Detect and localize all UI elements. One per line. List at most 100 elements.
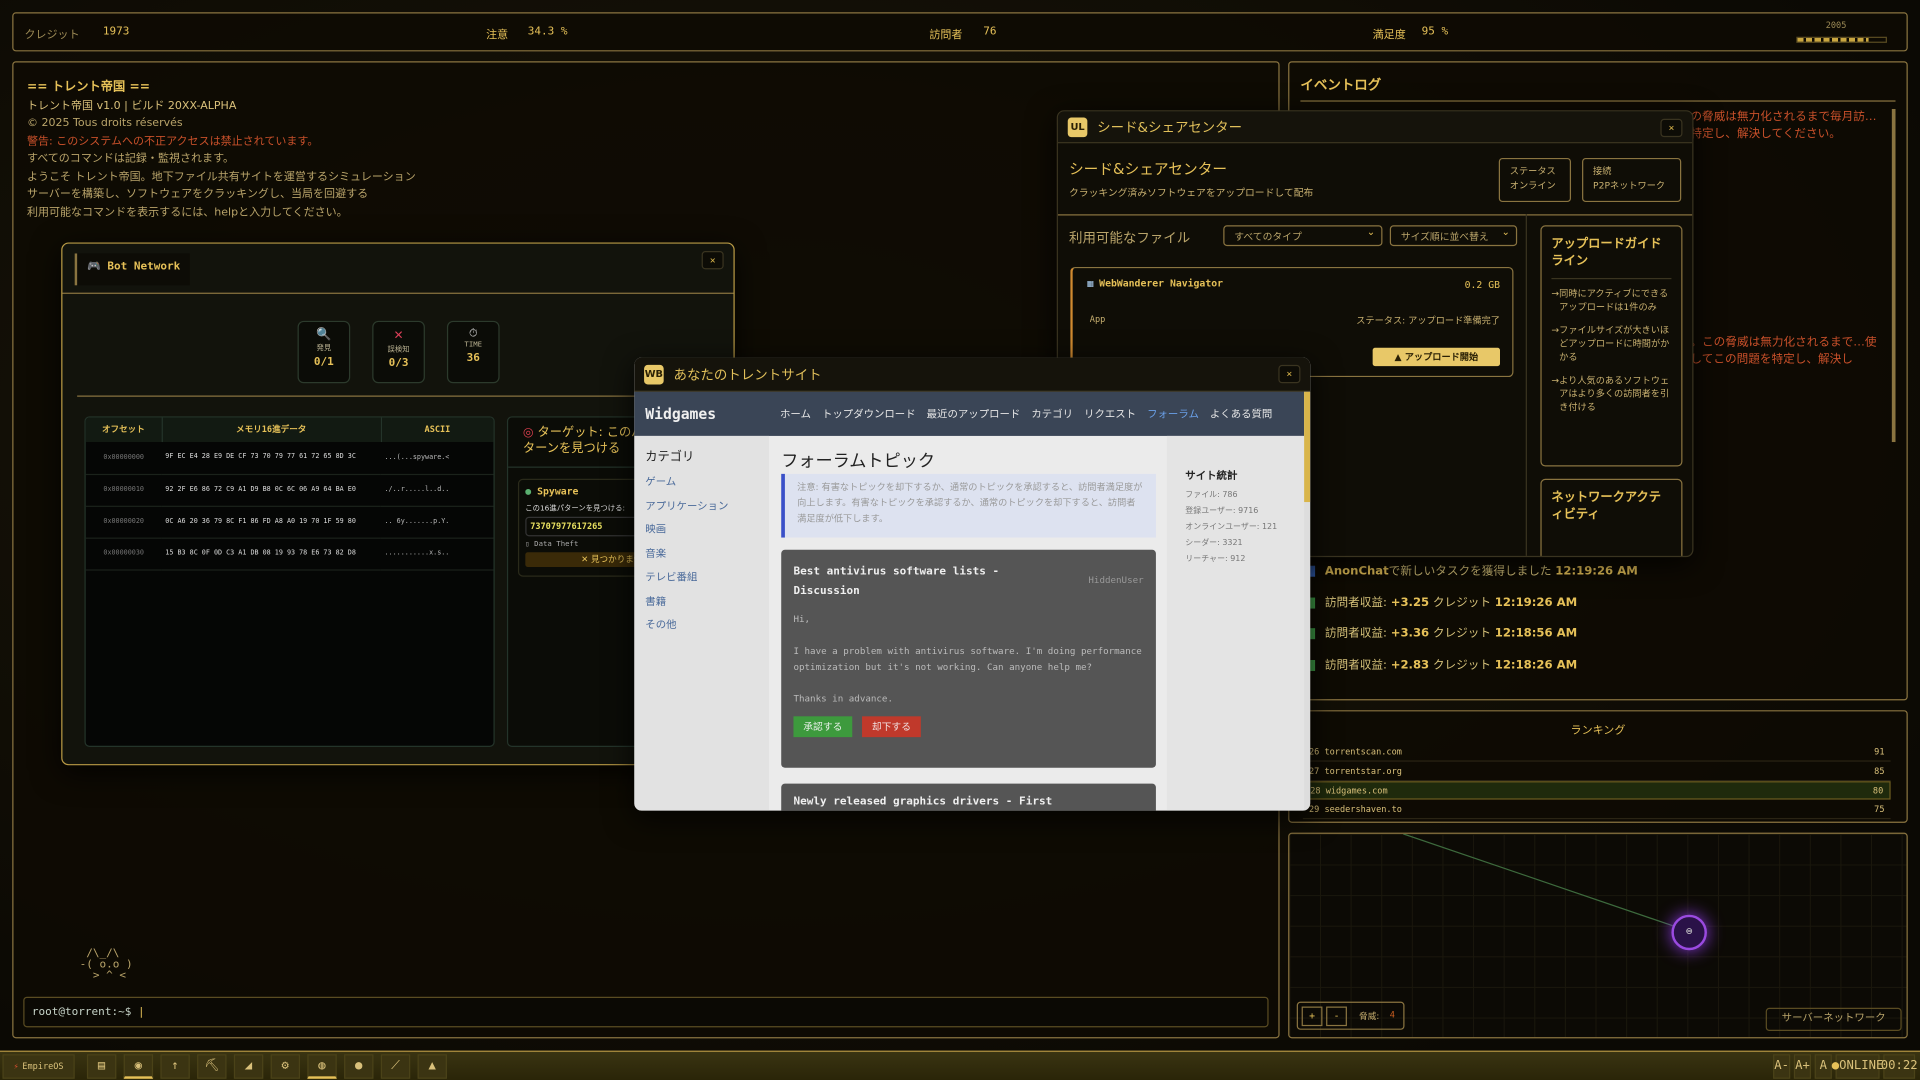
server-network-map[interactable]: ⊜ + - 脅威: 4 サーバーネットワーク [1288,832,1908,1039]
window-titlebar[interactable]: WB あなたのトレントサイト [634,357,1311,392]
log-entry: AnonChatで新しいタスクを獲得しました 12:19:26 AM [1310,561,1638,578]
year-progress [1796,36,1887,43]
category-link[interactable]: 書籍 [645,591,758,615]
guideline-item: → より人気のあるソフトウェアはより多くの訪問者を引き付ける [1551,373,1671,413]
terminal-line: ようこそ トレント帝国。地下ファイル共有サイトを運営するシミュレーション [26,170,416,184]
rank-site: widgames.com [1325,786,1388,796]
target-icon: ◎ [522,426,534,440]
attention-value: 34.3 % [527,25,568,38]
connection-box: 接続 P2Pネットワーク [1582,157,1682,203]
nav-link[interactable]: リクエスト [1084,407,1136,421]
log-highlight: +3.36 [1390,626,1430,641]
server-network-button[interactable]: サーバーネットワーク [1765,1007,1902,1032]
taskbar-chat-icon[interactable]: ● [344,1053,374,1079]
visitors-label: 訪問者 [929,29,963,42]
nav-link[interactable]: 最近のアップロード [927,407,1021,421]
hex-bytes[interactable]: 15 B3 8C 0F 0D C3 A1 DB 08 19 93 78 E6 7… [161,537,381,571]
hex-row: 0x00000010 92 2F E6 86 72 C9 A1 D9 B8 0C … [85,473,494,507]
ranking-title: ランキング [1570,724,1626,738]
category-link[interactable]: 音楽 [645,543,758,567]
zoom-in-button[interactable]: + [1301,1006,1323,1027]
file-name-text: WebWanderer Navigator [1099,277,1224,289]
taskbar-settings-icon[interactable]: ⚙ [270,1053,300,1079]
taskbar-web-icon[interactable]: ◍ [307,1053,337,1079]
category-link[interactable]: ゲーム [645,471,758,495]
files-label: 利用可能なファイル [1068,230,1191,247]
taskbar-crack-icon[interactable]: ⛏ [197,1053,227,1079]
scrollbar[interactable] [1891,108,1896,443]
gamepad-icon: 🎮 [86,260,101,274]
clock: 00:22 [1881,1053,1918,1079]
nav-link[interactable]: フォーラム [1147,407,1199,421]
close-button[interactable]: × [1660,118,1683,138]
log-time: 12:19:26 AM [1494,595,1578,610]
taskbar-lock-icon[interactable]: ▲ [417,1053,447,1079]
year-value: 2005 [1825,20,1847,31]
taskbar-alert-icon[interactable]: ◢ [233,1053,264,1079]
file-status: ステータス: アップロード準備完了 [1356,314,1501,326]
stat-value: 0/3 [388,357,409,370]
stopwatch-icon: ⏱ [468,328,478,341]
credits-value: 1973 [102,25,130,38]
reject-button[interactable]: 却下する [862,716,921,738]
approve-button[interactable]: 承認する [793,716,853,738]
font-reset-button[interactable]: A [1814,1053,1832,1079]
nav-link[interactable]: よくある質問 [1210,407,1272,421]
ranking-row: 28 widgames.com 80 [1302,781,1891,800]
taskbar-terminal-icon[interactable]: ▤ [86,1053,117,1079]
sort-select[interactable]: サイズ順に並べ替え [1389,225,1518,247]
site-scrollbar[interactable] [1304,391,1311,811]
zoom-out-button[interactable]: - [1326,1006,1347,1027]
hex-bytes[interactable]: 92 2F E6 86 72 C9 A1 D9 B8 0C 6C 06 A9 6… [161,473,381,507]
log-entry: 訪問者収益: +3.25 クレジット 12:19:26 AM [1310,592,1577,609]
close-button[interactable]: × [701,251,724,270]
font-larger-button[interactable]: A+ [1793,1053,1812,1079]
category-link[interactable]: アプリケーション [645,495,758,519]
arrow-icon: → [1551,324,1560,336]
site-stat: リーチャー: 912 [1185,553,1246,564]
taskbar-upload-icon[interactable]: ↑ [160,1053,190,1079]
nav-link[interactable]: カテゴリ [1031,407,1073,421]
ascii-cat: /\_/\ -( o.o ) > ^ < [79,947,133,983]
command-input[interactable]: root@torrent:~$ | [23,996,1269,1028]
target-title-text: ターゲット: このパターンを見つける [522,426,644,456]
hex-row: 0x00000020 0C A6 20 36 79 8C F1 86 FD A8 … [85,505,494,539]
ranking-row: 29 seedershaven.to 75 [1302,800,1891,819]
font-smaller-button[interactable]: A- [1773,1053,1791,1079]
post-body: Hi, I have a problem with antivirus soft… [793,611,1143,707]
hex-bytes[interactable]: 9F EC E4 28 E9 DE CF 73 70 79 77 61 72 6… [161,442,381,475]
hex-table: オフセット メモリ16進データ ASCII 0x00000000 9F EC E4 2… [84,416,495,747]
hex-ascii: ...(...spyware.< [380,442,494,475]
taskbar-tools-icon[interactable]: ⟋ [380,1053,411,1079]
file-type: App [1089,314,1106,325]
status-value: オンライン [1509,180,1556,192]
log-text: クレジット [1429,658,1492,672]
close-button[interactable]: × [1278,364,1301,384]
stat-time: ⏱ TIME 36 [446,320,500,384]
stat-false-positive: ✕ 誤検知 0/3 [372,320,425,384]
event-log-title: イベントログ [1300,77,1382,94]
visitors-value: 76 [983,25,997,38]
server-node[interactable]: ⊜ [1671,914,1707,951]
rank-number: 28 [1310,786,1321,796]
stats-title: サイト統計 [1185,470,1238,483]
terminal-line: トレント帝国 v1.0 | ビルド 20XX-ALPHA [26,99,237,113]
hex-bytes[interactable]: 0C A6 20 36 79 8C F1 86 FD A8 A0 19 70 1… [161,505,381,539]
taskbar-bot-icon[interactable]: ◉ [123,1053,153,1079]
site-brand[interactable]: Widgames [645,405,780,422]
category-link[interactable]: 映画 [645,519,758,543]
type-filter-select[interactable]: すべてのタイプ [1223,225,1383,247]
category-link[interactable]: その他 [645,615,758,639]
nav-link[interactable]: ホーム [780,407,811,421]
terminal-line: © 2025 Tous droits réservés [26,117,183,130]
start-button[interactable]: ⚡ EmpireOS [2,1053,75,1079]
network-activity: ネットワークアクティビティ [1540,478,1683,556]
log-highlight: +2.83 [1390,658,1430,672]
window-titlebar[interactable]: UL シード&シェアセンター [1057,111,1693,144]
nav-link[interactable]: トップダウンロード [822,407,916,421]
category-link[interactable]: テレビ番組 [645,567,758,591]
start-upload-button[interactable]: ▲ アップロード開始 [1372,347,1501,367]
log-text: クレジット [1429,595,1492,610]
online-indicator: ● ONLINE [1832,1053,1883,1079]
arrow-icon: → [1551,374,1560,386]
